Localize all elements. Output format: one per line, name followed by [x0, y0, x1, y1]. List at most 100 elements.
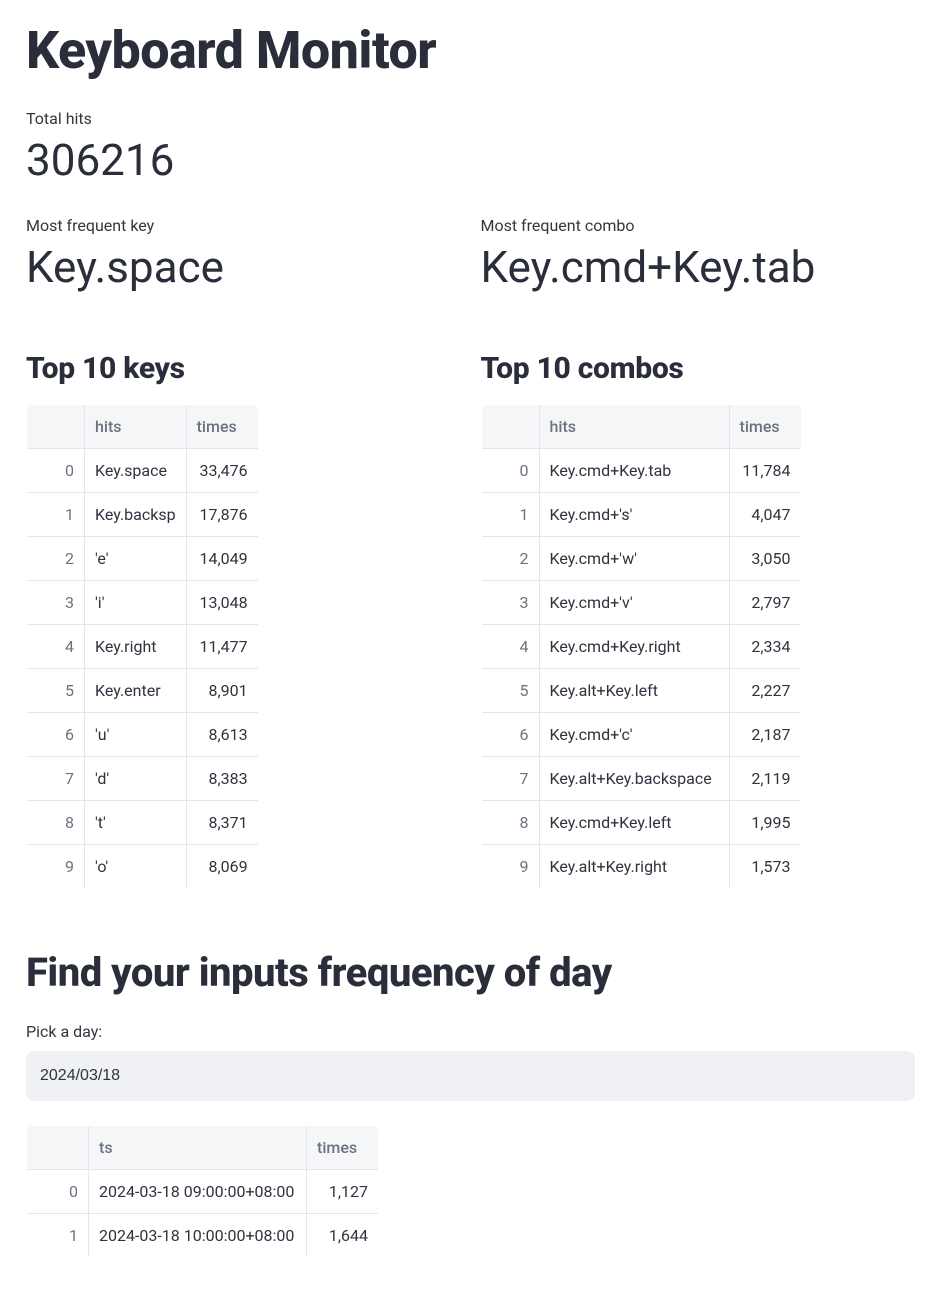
- row-index: 0: [27, 1170, 89, 1214]
- cell-times: 1,127: [307, 1170, 379, 1214]
- row-index: 3: [27, 581, 85, 625]
- row-index: 8: [481, 801, 539, 845]
- cell-hits: Key.cmd+Key.right: [539, 625, 729, 669]
- cell-hits: 'o': [85, 845, 187, 889]
- cell-hits: Key.cmd+Key.left: [539, 801, 729, 845]
- date-input[interactable]: [26, 1051, 915, 1101]
- row-index: 6: [481, 713, 539, 757]
- table-row: 5Key.alt+Key.left2,227: [481, 669, 801, 713]
- most-combo-label: Most frequent combo: [481, 216, 916, 235]
- row-index: 2: [27, 537, 85, 581]
- table-row: 6Key.cmd+'c'2,187: [481, 713, 801, 757]
- cell-times: 13,048: [186, 581, 258, 625]
- row-index: 4: [481, 625, 539, 669]
- cell-times: 8,383: [186, 757, 258, 801]
- table-row: 7'd'8,383: [27, 757, 259, 801]
- cell-times: 4,047: [729, 493, 801, 537]
- cell-hits: 'd': [85, 757, 187, 801]
- cell-times: 8,069: [186, 845, 258, 889]
- table-row: 4Key.cmd+Key.right2,334: [481, 625, 801, 669]
- cell-times: 17,876: [186, 493, 258, 537]
- table-row: 2Key.cmd+'w'3,050: [481, 537, 801, 581]
- row-index: 3: [481, 581, 539, 625]
- cell-hits: Key.cmd+'c': [539, 713, 729, 757]
- cell-hits: Key.alt+Key.left: [539, 669, 729, 713]
- table-row: 8't'8,371: [27, 801, 259, 845]
- table-row: 1Key.cmd+'s'4,047: [481, 493, 801, 537]
- table-row: 2'e'14,049: [27, 537, 259, 581]
- table-row: 3Key.cmd+'v'2,797: [481, 581, 801, 625]
- cell-hits: Key.alt+Key.right: [539, 845, 729, 889]
- col-times: times: [729, 405, 801, 449]
- top-combos-heading: Top 10 combos: [481, 351, 916, 386]
- table-row: 0Key.space33,476: [27, 449, 259, 493]
- cell-hits: Key.space: [85, 449, 187, 493]
- row-index: 0: [481, 449, 539, 493]
- table-row: 0Key.cmd+Key.tab11,784: [481, 449, 801, 493]
- cell-times: 33,476: [186, 449, 258, 493]
- cell-times: 8,371: [186, 801, 258, 845]
- row-index: 9: [481, 845, 539, 889]
- cell-ts: 2024-03-18 10:00:00+08:00: [89, 1214, 307, 1258]
- cell-hits: 'i': [85, 581, 187, 625]
- cell-times: 3,050: [729, 537, 801, 581]
- row-index: 4: [27, 625, 85, 669]
- page-title: Keyboard Monitor: [26, 20, 915, 81]
- cell-times: 11,477: [186, 625, 258, 669]
- pick-day-label: Pick a day:: [26, 1022, 915, 1041]
- cell-times: 2,334: [729, 625, 801, 669]
- cell-ts: 2024-03-18 09:00:00+08:00: [89, 1170, 307, 1214]
- table-row: 02024-03-18 09:00:00+08:001,127: [27, 1170, 379, 1214]
- top-keys-table: hits times 0Key.space33,4761Key.backsp17…: [26, 404, 259, 889]
- row-index: 5: [481, 669, 539, 713]
- most-combo-value: Key.cmd+Key.tab: [481, 241, 916, 293]
- top-keys-heading: Top 10 keys: [26, 351, 461, 386]
- table-row: 1Key.backsp17,876: [27, 493, 259, 537]
- most-frequent-key-metric: Most frequent key Key.space: [26, 216, 461, 323]
- most-key-label: Most frequent key: [26, 216, 461, 235]
- total-hits-label: Total hits: [26, 109, 915, 128]
- row-index: 7: [27, 757, 85, 801]
- row-index: 8: [27, 801, 85, 845]
- total-hits-value: 306216: [26, 134, 915, 186]
- cell-hits: Key.cmd+'w': [539, 537, 729, 581]
- col-index: [481, 405, 539, 449]
- cell-hits: 'u': [85, 713, 187, 757]
- row-index: 5: [27, 669, 85, 713]
- row-index: 1: [27, 493, 85, 537]
- row-index: 7: [481, 757, 539, 801]
- total-hits-metric: Total hits 306216: [26, 109, 915, 186]
- table-row: 9Key.alt+Key.right1,573: [481, 845, 801, 889]
- row-index: 0: [27, 449, 85, 493]
- table-row: 12024-03-18 10:00:00+08:001,644: [27, 1214, 379, 1258]
- top-combos-table: hits times 0Key.cmd+Key.tab11,7841Key.cm…: [481, 404, 802, 889]
- cell-hits: Key.right: [85, 625, 187, 669]
- table-row: 9'o'8,069: [27, 845, 259, 889]
- table-row: 4Key.right11,477: [27, 625, 259, 669]
- row-index: 6: [27, 713, 85, 757]
- cell-times: 1,573: [729, 845, 801, 889]
- col-hits: hits: [539, 405, 729, 449]
- cell-hits: Key.enter: [85, 669, 187, 713]
- col-times: times: [307, 1126, 379, 1170]
- row-index: 1: [481, 493, 539, 537]
- cell-hits: Key.cmd+Key.tab: [539, 449, 729, 493]
- cell-times: 2,227: [729, 669, 801, 713]
- table-row: 5Key.enter8,901: [27, 669, 259, 713]
- table-row: 3'i'13,048: [27, 581, 259, 625]
- frequency-heading: Find your inputs frequency of day: [26, 949, 915, 996]
- col-index: [27, 1126, 89, 1170]
- row-index: 2: [481, 537, 539, 581]
- cell-times: 11,784: [729, 449, 801, 493]
- cell-hits: Key.cmd+'s': [539, 493, 729, 537]
- col-hits: hits: [85, 405, 187, 449]
- row-index: 9: [27, 845, 85, 889]
- cell-hits: 'e': [85, 537, 187, 581]
- table-row: 8Key.cmd+Key.left1,995: [481, 801, 801, 845]
- col-ts: ts: [89, 1126, 307, 1170]
- frequency-table: ts times 02024-03-18 09:00:00+08:001,127…: [26, 1125, 379, 1258]
- row-index: 1: [27, 1214, 89, 1258]
- cell-times: 14,049: [186, 537, 258, 581]
- cell-hits: Key.alt+Key.backspace: [539, 757, 729, 801]
- cell-times: 2,187: [729, 713, 801, 757]
